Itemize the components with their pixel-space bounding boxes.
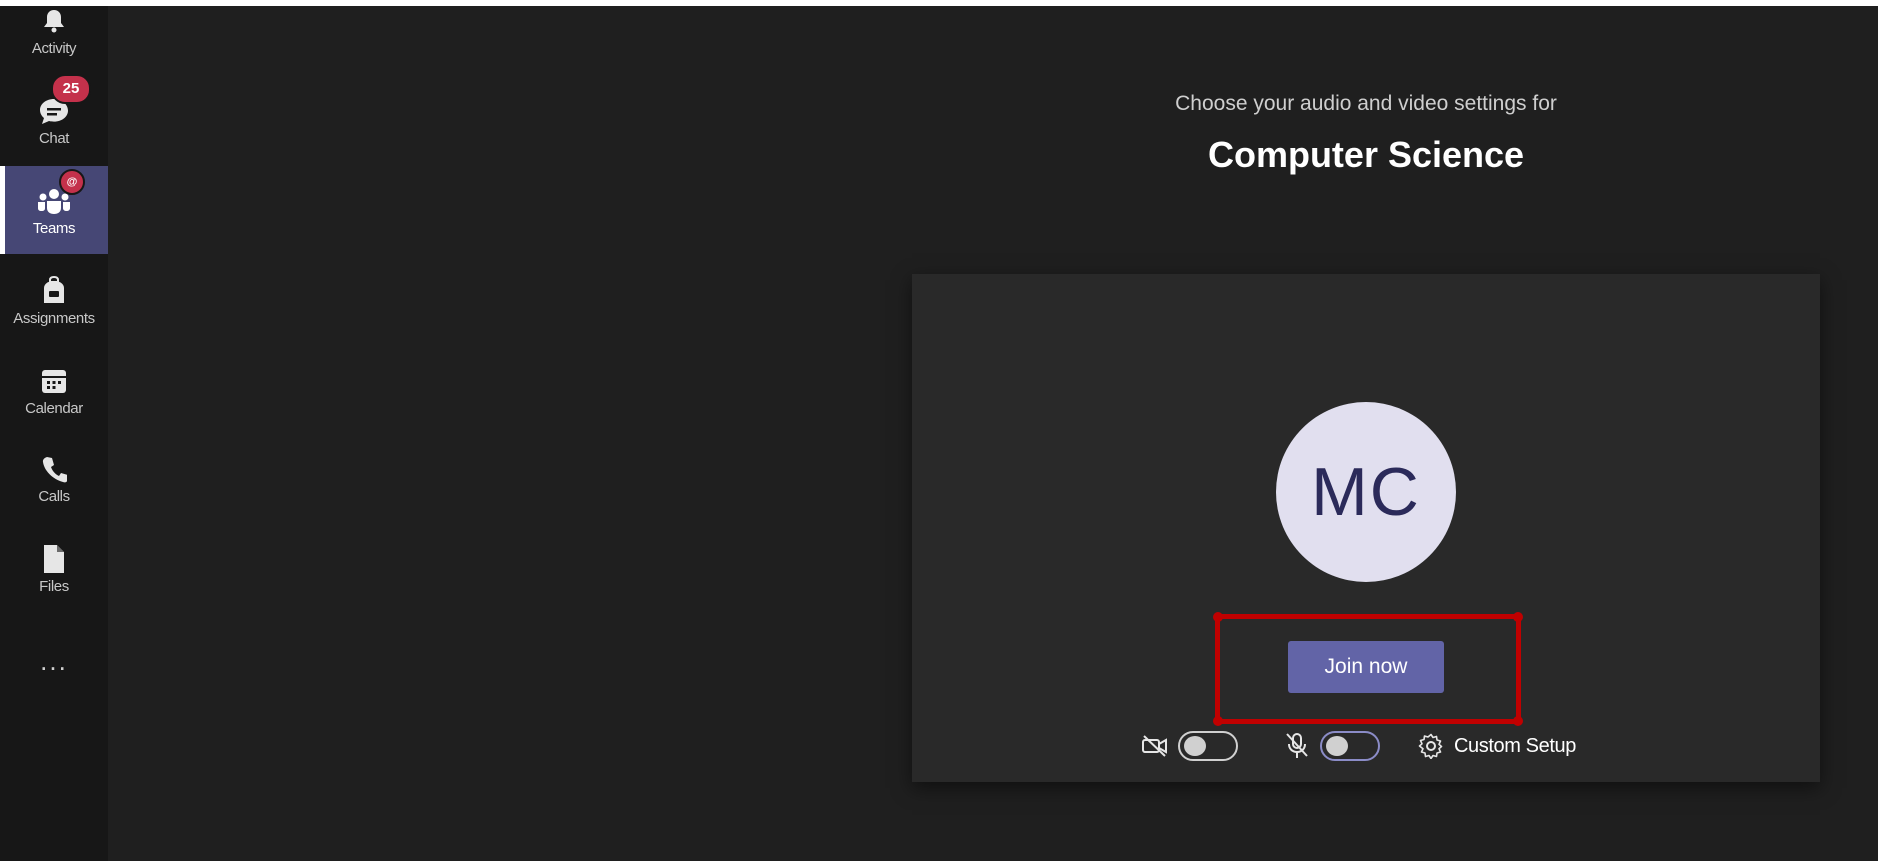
rail-item-activity[interactable]: Activity: [0, 0, 108, 74]
join-now-button[interactable]: Join now: [1288, 641, 1444, 693]
custom-setup-button[interactable]: Custom Setup: [1454, 735, 1576, 758]
rail-item-calls[interactable]: Calls: [0, 434, 108, 522]
toggle-knob: [1184, 736, 1206, 756]
video-off-icon: [1140, 731, 1170, 761]
rail-item-files[interactable]: Files: [0, 524, 108, 612]
mic-off-icon: [1282, 731, 1312, 761]
window-top-strip: [0, 0, 1878, 6]
toggle-knob: [1326, 736, 1348, 756]
avatar: MC: [1276, 402, 1456, 582]
highlight-corner: [1213, 716, 1223, 726]
rail-label: Calls: [38, 487, 70, 505]
preview-panel: MC Join now Custom Setup: [912, 274, 1820, 782]
rail-item-chat[interactable]: 25 Chat: [0, 73, 108, 164]
more-apps-button[interactable]: ...: [0, 646, 108, 676]
app-rail: Activity 25 Chat @ Teams Assignments Cal…: [0, 6, 108, 861]
rail-label: Assignments: [13, 309, 95, 327]
rail-item-calendar[interactable]: Calendar: [0, 346, 108, 434]
mention-badge: @: [59, 168, 85, 195]
backpack-icon: [37, 274, 71, 308]
chat-unread-badge: 25: [51, 73, 91, 104]
camera-toggle[interactable]: [1178, 731, 1238, 761]
microphone-toggle[interactable]: [1320, 731, 1380, 761]
bell-icon: [37, 4, 71, 38]
gear-icon[interactable]: [1416, 731, 1446, 761]
rail-label: Files: [39, 577, 69, 595]
meeting-title: Computer Science: [1207, 134, 1525, 175]
teams-icon: @: [37, 168, 85, 218]
rail-item-teams[interactable]: @ Teams: [0, 166, 108, 254]
rail-label: Activity: [31, 39, 77, 57]
file-icon: [37, 542, 71, 576]
phone-icon: [37, 452, 71, 486]
rail-label: Calendar: [25, 399, 83, 417]
rail-item-assignments[interactable]: Assignments: [0, 256, 108, 344]
highlight-corner: [1513, 716, 1523, 726]
prejoin-subtitle: Choose your audio and video settings for: [1175, 92, 1557, 115]
calendar-icon: [37, 364, 71, 398]
rail-label: Chat: [38, 129, 70, 147]
highlight-corner: [1513, 612, 1523, 622]
device-controls: Custom Setup: [1140, 726, 1576, 766]
rail-label: Teams: [32, 219, 76, 237]
chat-icon: 25: [37, 73, 91, 128]
highlight-corner: [1213, 612, 1223, 622]
